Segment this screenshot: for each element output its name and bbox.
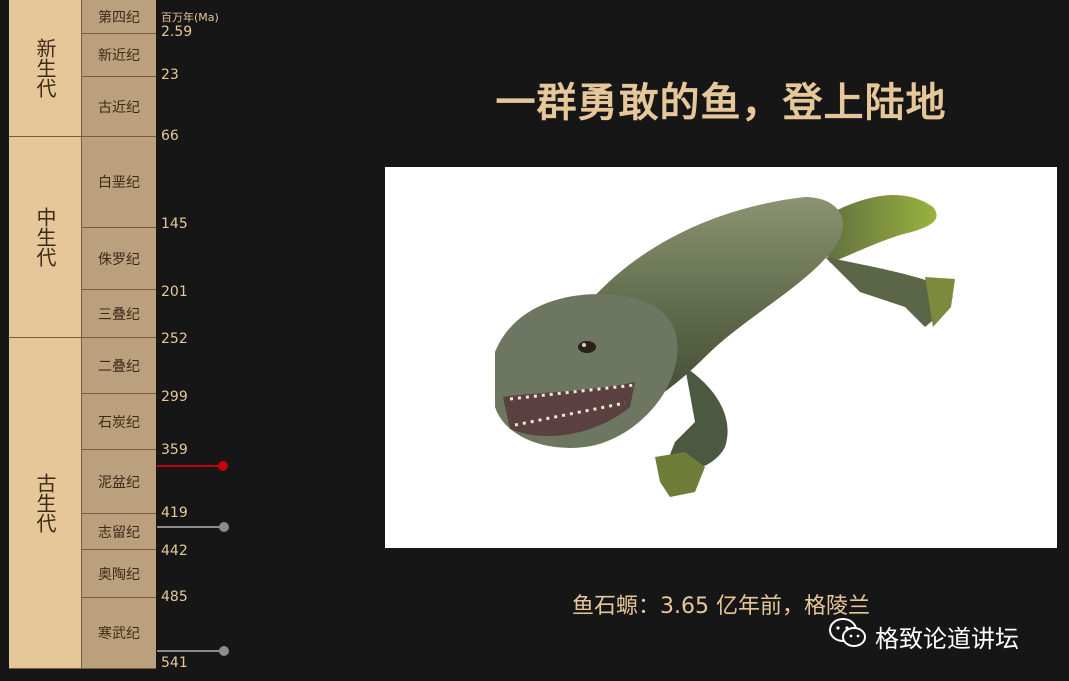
period-permian: 二叠纪	[82, 338, 156, 394]
period-label: 侏罗纪	[98, 251, 140, 268]
period-label: 古近纪	[98, 99, 140, 116]
period-label: 三叠纪	[98, 306, 140, 323]
period-neogene: 新近纪	[82, 34, 156, 77]
era-paleozoic: 古生代	[9, 338, 82, 669]
marker-dot	[219, 522, 229, 532]
period-cretaceous: 白垩纪	[82, 137, 156, 228]
age-label: 2.59	[161, 24, 193, 40]
watermark-text: 格致论道讲坛	[875, 624, 1019, 653]
image-caption: 鱼石螈：3.65 亿年前，格陵兰	[572, 594, 870, 619]
period-ordovician: 奥陶纪	[82, 550, 156, 598]
tetrapod-illustration	[385, 167, 1057, 548]
marker-dot	[219, 646, 229, 656]
marker-line-current	[157, 465, 222, 467]
period-triassic: 三叠纪	[82, 290, 156, 338]
period-label: 寒武纪	[98, 626, 140, 642]
marker-dot-current	[218, 461, 228, 471]
era-label: 新生代	[33, 38, 57, 98]
age-label: 419	[161, 505, 188, 521]
geologic-timeline: 新生代 中生代 古生代 第四纪 新近纪 古近纪 白垩纪 侏罗纪 三叠纪 二叠纪 …	[0, 0, 250, 681]
slide-title: 一群勇敢的鱼，登上陆地	[495, 80, 947, 126]
age-label: 541	[161, 655, 188, 671]
age-label: 201	[161, 284, 188, 300]
period-jurassic: 侏罗纪	[82, 228, 156, 290]
wechat-icon	[829, 617, 875, 655]
age-label: 442	[161, 543, 188, 559]
period-carboniferous: 石炭纪	[82, 394, 156, 450]
period-paleogene: 古近纪	[82, 77, 156, 137]
period-label: 志留纪	[98, 524, 140, 541]
timeline-unit: 百万年(Ma)	[161, 11, 219, 24]
era-label: 中生代	[33, 207, 57, 267]
period-devonian: 泥盆纪	[82, 450, 156, 514]
era-mesozoic: 中生代	[9, 137, 82, 338]
period-quaternary: 第四纪	[82, 0, 156, 34]
period-label: 石炭纪	[98, 414, 140, 431]
era-cenozoic: 新生代	[9, 0, 82, 137]
era-label: 古生代	[33, 473, 57, 533]
period-label: 白垩纪	[98, 175, 140, 191]
period-label: 奥陶纪	[98, 566, 140, 583]
age-label: 145	[161, 216, 188, 232]
period-label: 二叠纪	[98, 358, 140, 375]
period-label: 泥盆纪	[98, 474, 140, 491]
age-label: 252	[161, 331, 188, 347]
period-cambrian: 寒武纪	[82, 598, 156, 669]
age-label: 485	[161, 589, 188, 605]
period-silurian: 志留纪	[82, 514, 156, 550]
age-label: 66	[161, 128, 179, 144]
age-label: 359	[161, 442, 188, 458]
age-label: 299	[161, 389, 188, 405]
period-label: 新近纪	[98, 48, 140, 64]
marker-line	[157, 526, 223, 528]
watermark: 格致论道讲坛	[829, 617, 1019, 655]
age-label: 23	[161, 67, 179, 83]
period-label: 第四纪	[98, 9, 140, 26]
marker-line	[157, 650, 223, 652]
